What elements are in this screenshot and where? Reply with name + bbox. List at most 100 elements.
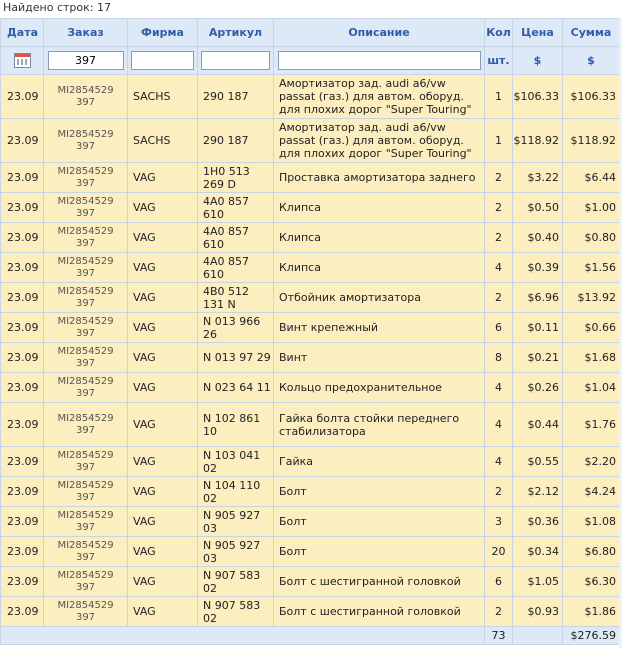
cell-description-text: Амортизатор зад. audi a6/vw passat (газ.… <box>279 77 472 116</box>
table-row[interactable]: 23.09 MI2854529 397 VAG N 023 64 11 Кольцо пр… <box>0 372 620 403</box>
cell-qty: 4 <box>484 402 513 447</box>
cell-qty-text: 4 <box>495 455 502 468</box>
col-header-sum[interactable]: Сумма <box>562 18 620 47</box>
cell-qty: 2 <box>484 282 513 313</box>
cell-price-text: $0.21 <box>527 351 560 364</box>
cell-price: $0.55 <box>512 446 563 477</box>
table-row[interactable]: 23.09 MI2854529 397 VAG 4B0 512 131 N Отбойни… <box>0 282 620 313</box>
table-row[interactable]: 23.09 MI2854529 397 VAG 4A0 857 610 Клипса 2 $0… <box>0 222 620 253</box>
col-header-article[interactable]: Артикул <box>197 18 274 47</box>
cell-sum: $1.04 <box>562 372 620 403</box>
cell-qty: 2 <box>484 222 513 253</box>
table-row[interactable]: 23.09 MI2854529 397 VAG N 907 583 02 Болт с ш… <box>0 596 620 627</box>
cell-article: 4A0 857 610 <box>197 192 274 223</box>
col-header-date[interactable]: Дата <box>0 18 44 47</box>
cell-firm-text: VAG <box>133 515 156 528</box>
col-header-firm[interactable]: Фирма <box>127 18 198 47</box>
cell-firm-text: VAG <box>133 351 156 364</box>
cell-sum: $1.76 <box>562 402 620 447</box>
cell-order: MI2854529 397 <box>43 282 128 313</box>
cell-sum-text: $4.24 <box>584 485 617 498</box>
cell-description: Гайка <box>273 446 485 477</box>
cell-description-text: Болт с шестигранной головкой <box>279 575 461 588</box>
cell-firm: VAG <box>127 402 198 447</box>
cell-order: MI2854529 397 <box>43 312 128 343</box>
cell-firm-text: VAG <box>133 575 156 588</box>
cell-firm: VAG <box>127 372 198 403</box>
firm-filter-input[interactable] <box>131 51 194 70</box>
cell-price: $0.40 <box>512 222 563 253</box>
description-filter-input[interactable] <box>277 51 481 70</box>
cell-price: $1.05 <box>512 566 563 597</box>
total-price-empty <box>512 626 563 645</box>
order-suffix: 397 <box>75 96 96 108</box>
cell-article-text: 4B0 512 131 N <box>203 284 250 311</box>
order-suffix: 397 <box>75 357 96 369</box>
qty-unit-label: шт. <box>484 46 513 75</box>
cell-order: MI2854529 397 <box>43 506 128 537</box>
order-suffix: 397 <box>75 581 96 593</box>
cell-date: 23.09 <box>0 402 44 447</box>
cell-sum-text: $6.30 <box>584 575 617 588</box>
cell-article-text: N 905 927 03 <box>203 538 261 565</box>
cell-firm: VAG <box>127 536 198 567</box>
cell-firm: SACHS <box>127 74 198 119</box>
order-filter-input[interactable] <box>47 51 124 70</box>
cell-sum: $4.24 <box>562 476 620 507</box>
table-row[interactable]: 23.09 MI2854529 397 VAG 1H0 513 269 D Простав… <box>0 162 620 193</box>
cell-firm-text: VAG <box>133 321 156 334</box>
cell-firm-text: SACHS <box>133 134 171 147</box>
cell-sum-text: $0.80 <box>584 231 617 244</box>
table-row[interactable]: 23.09 MI2854529 397 VAG N 905 927 03 Болт 20 $0… <box>0 536 620 567</box>
cell-qty: 20 <box>484 536 513 567</box>
table-row[interactable]: 23.09 MI2854529 397 VAG N 013 966 26 Винт кре… <box>0 312 620 343</box>
cell-qty-text: 6 <box>495 575 502 588</box>
cell-order: MI2854529 397 <box>43 192 128 223</box>
cell-qty: 1 <box>484 118 513 163</box>
cell-description: Болт <box>273 476 485 507</box>
cell-date: 23.09 <box>0 506 44 537</box>
cell-sum-text: $1.00 <box>584 201 617 214</box>
table-row[interactable]: 23.09 MI2854529 397 VAG N 905 927 03 Болт 3 $0.… <box>0 506 620 537</box>
cell-sum: $6.80 <box>562 536 620 567</box>
cell-date-text: 23.09 <box>7 575 39 588</box>
order-number: MI2854529 <box>57 345 114 357</box>
cell-order: MI2854529 397 <box>43 402 128 447</box>
order-number: MI2854529 <box>57 255 114 267</box>
col-header-price[interactable]: Цена <box>512 18 563 47</box>
cell-article: N 023 64 11 <box>197 372 274 403</box>
cell-date: 23.09 <box>0 74 44 119</box>
cell-description-text: Болт <box>279 515 307 528</box>
table-row[interactable]: 23.09 MI2854529 397 VAG N 102 861 10 Гайка бо… <box>0 402 620 447</box>
cell-firm: VAG <box>127 506 198 537</box>
calendar-icon[interactable] <box>13 53 31 68</box>
table-row[interactable]: 23.09 MI2854529 397 SACHS 290 187 Амортизатор… <box>0 74 620 119</box>
col-header-order[interactable]: Заказ <box>43 18 128 47</box>
cell-sum-text: $1.08 <box>584 515 617 528</box>
table-row[interactable]: 23.09 MI2854529 397 VAG N 907 583 02 Болт с ш… <box>0 566 620 597</box>
table-row[interactable]: 23.09 MI2854529 397 VAG 4A0 857 610 Клипса 4 $0… <box>0 252 620 283</box>
cell-article-text: N 102 861 10 <box>203 411 261 438</box>
col-header-qty[interactable]: Кол <box>484 18 513 47</box>
article-filter-input[interactable] <box>201 51 270 70</box>
table-row[interactable]: 23.09 MI2854529 397 VAG N 103 041 02 Гайка 4 $0… <box>0 446 620 477</box>
cell-sum-text: $1.86 <box>584 605 617 618</box>
order-number: MI2854529 <box>57 375 114 387</box>
total-qty: 73 <box>484 626 513 645</box>
cell-date: 23.09 <box>0 162 44 193</box>
cell-date: 23.09 <box>0 282 44 313</box>
cell-sum: $2.20 <box>562 446 620 477</box>
col-header-description[interactable]: Описание <box>273 18 485 47</box>
order-number: MI2854529 <box>57 165 114 177</box>
cell-price-text: $106.33 <box>513 90 560 103</box>
table-row[interactable]: 23.09 MI2854529 397 VAG N 013 97 29 Винт 8 $0.2… <box>0 342 620 373</box>
totals-spacer <box>0 626 485 645</box>
table-row[interactable]: 23.09 MI2854529 397 SACHS 290 187 Амортизатор… <box>0 118 620 163</box>
order-number: MI2854529 <box>57 128 114 140</box>
cell-date-text: 23.09 <box>7 231 39 244</box>
grid-body: 23.09 MI2854529 397 SACHS 290 187 Амортизатор… <box>0 74 620 627</box>
cell-article: 1H0 513 269 D <box>197 162 274 193</box>
cell-firm-text: VAG <box>133 381 156 394</box>
table-row[interactable]: 23.09 MI2854529 397 VAG N 104 110 02 Болт 2 $2.… <box>0 476 620 507</box>
table-row[interactable]: 23.09 MI2854529 397 VAG 4A0 857 610 Клипса 2 $0… <box>0 192 620 223</box>
